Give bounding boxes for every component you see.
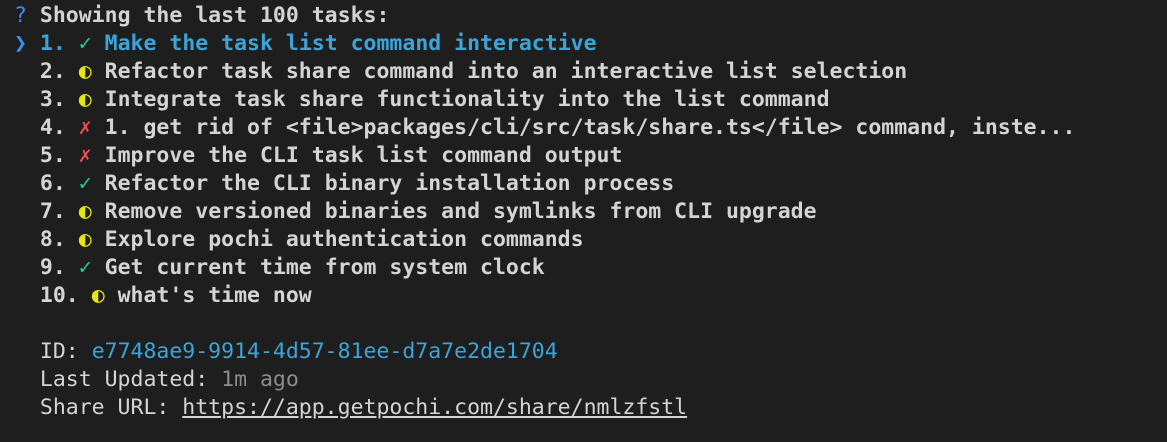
task-title: 1. get rid of <file>packages/cli/src/tas…	[104, 115, 1076, 140]
task-row[interactable]: ❯ 1. ✓ Make the task list command intera…	[14, 30, 597, 58]
half-circle-icon: ◐	[78, 227, 92, 252]
task-number: 8.	[39, 227, 66, 252]
id-label: ID:	[39, 339, 79, 364]
task-row[interactable]: 5. ✗ Improve the CLI task list command o…	[14, 142, 623, 170]
half-circle-icon: ◐	[78, 87, 92, 112]
check-icon: ✓	[78, 31, 92, 56]
task-number: 1.	[39, 31, 66, 56]
updated-value: 1m ago	[221, 367, 299, 392]
id-row: ID: e7748ae9-9914-4d57-81ee-d7a7e2de1704	[14, 338, 558, 366]
updated-row: Last Updated: 1m ago	[14, 366, 299, 394]
task-row[interactable]: 9. ✓ Get current time from system clock	[14, 254, 545, 282]
check-icon: ✓	[78, 171, 92, 196]
task-title: Get current time from system clock	[104, 255, 545, 280]
check-icon: ✓	[78, 255, 92, 280]
half-circle-icon: ◐	[78, 199, 92, 224]
task-number: 2.	[39, 59, 66, 84]
task-title: Explore pochi authentication commands	[104, 227, 584, 252]
task-title: Integrate task share functionality into …	[104, 87, 830, 112]
question-icon: ?	[14, 3, 27, 28]
task-row[interactable]: 2. ◐ Refactor task share command into an…	[14, 58, 907, 86]
task-title: what's time now	[117, 283, 312, 308]
header-line: ? Showing the last 100 tasks:	[14, 2, 389, 30]
task-number: 5.	[39, 143, 66, 168]
task-row[interactable]: 6. ✓ Refactor the CLI binary installatio…	[14, 170, 674, 198]
terminal-window: ? Showing the last 100 tasks: ❯ 1. ✓ Mak…	[0, 0, 1167, 442]
task-title: Refactor task share command into an inte…	[104, 59, 908, 84]
task-number: 4.	[39, 115, 66, 140]
header-text: Showing the last 100 tasks:	[39, 3, 390, 28]
task-title: Improve the CLI task list command output	[104, 143, 623, 168]
task-title: Remove versioned binaries and symlinks f…	[104, 199, 817, 224]
pointer-icon: ❯	[14, 31, 27, 56]
share-url-row: Share URL: https://app.getpochi.com/shar…	[14, 394, 687, 422]
task-row[interactable]: 4. ✗ 1. get rid of <file>packages/cli/sr…	[14, 114, 1076, 142]
half-circle-icon: ◐	[91, 283, 105, 308]
task-id-value: e7748ae9-9914-4d57-81ee-d7a7e2de1704	[91, 339, 558, 364]
half-circle-icon: ◐	[78, 59, 92, 84]
task-row[interactable]: 7. ◐ Remove versioned binaries and symli…	[14, 198, 817, 226]
task-number: 7.	[39, 199, 66, 224]
task-title: Refactor the CLI binary installation pro…	[104, 171, 675, 196]
task-row[interactable]: 10. ◐ what's time now	[14, 282, 312, 310]
cross-icon: ✗	[78, 115, 92, 140]
task-title: Make the task list command interactive	[104, 31, 597, 56]
task-row[interactable]: 8. ◐ Explore pochi authentication comman…	[14, 226, 584, 254]
share-url-link[interactable]: https://app.getpochi.com/share/nmlzfstl	[182, 395, 687, 420]
task-number: 6.	[39, 171, 66, 196]
share-url-label: Share URL:	[39, 395, 170, 420]
task-number: 10.	[39, 283, 79, 308]
updated-label: Last Updated:	[39, 367, 209, 392]
cross-icon: ✗	[78, 143, 92, 168]
task-row[interactable]: 3. ◐ Integrate task share functionality …	[14, 86, 830, 114]
task-number: 9.	[39, 255, 66, 280]
task-number: 3.	[39, 87, 66, 112]
